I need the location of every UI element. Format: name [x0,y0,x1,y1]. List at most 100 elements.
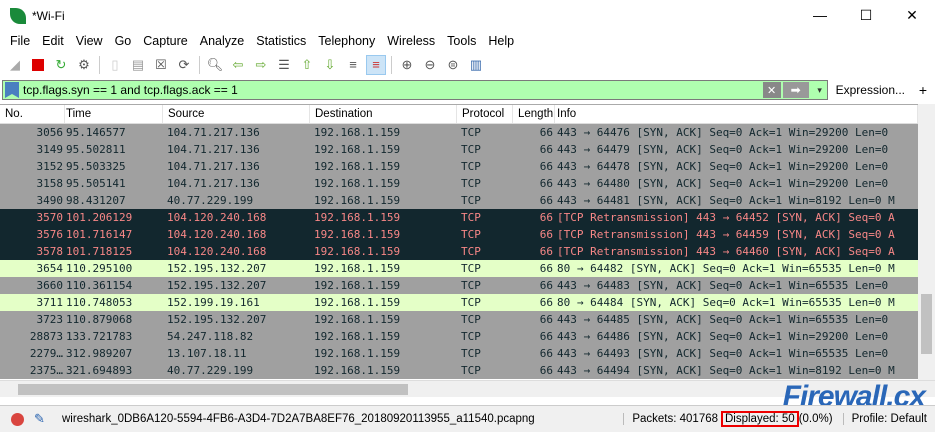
go-to-packet-icon[interactable]: ☰ [274,55,294,75]
zoom-normal-icon[interactable]: ⊜ [443,55,463,75]
menu-tools[interactable]: Tools [441,31,482,52]
menu-help[interactable]: Help [482,31,520,52]
packet-length: 66 [539,160,553,173]
packet-source: 152.195.132.207 [167,262,267,275]
menu-view[interactable]: View [70,31,109,52]
packet-row[interactable]: 3654 110.295100 152.195.132.207 192.168.1.1… [0,260,918,277]
start-capture-icon[interactable]: ◢ [5,55,25,75]
zoom-in-icon[interactable]: ⊕ [397,55,417,75]
packet-row[interactable]: 2279… 312.989207 13.107.18.11 192.168.1.159… [0,345,918,362]
packet-row[interactable]: 3152 95.503325 104.71.217.136 192.168.1.159… [0,158,918,175]
packet-row[interactable]: 3570 101.206129 104.120.240.168 192.168.1.1… [0,209,918,226]
save-file-icon[interactable]: ▤ [128,55,148,75]
menu-capture[interactable]: Capture [137,31,193,52]
menu-edit[interactable]: Edit [36,31,70,52]
packet-info: 443 → 64493 [SYN, ACK] Seq=0 Ack=1 Win=6… [557,347,889,360]
packet-protocol: TCP [461,126,481,139]
packet-source: 152.195.132.207 [167,313,267,326]
packet-row[interactable]: 3490 98.431207 40.77.229.199 192.168.1.159 T… [0,192,918,209]
packet-number: 3723 [36,313,64,326]
toolbar-separator [391,55,392,74]
packet-row[interactable]: 3576 101.716147 104.120.240.168 192.168.1.1… [0,226,918,243]
packet-length: 66 [539,262,553,275]
packet-number: 3570 [36,211,64,224]
packet-source: 104.120.240.168 [167,228,267,241]
column-header-protocol[interactable]: Protocol [457,105,513,123]
packet-info: 443 → 64486 [SYN, ACK] Seq=0 Ack=1 Win=2… [557,330,889,343]
packet-row[interactable]: 3711 110.748053 152.199.19.161 192.168.1.15… [0,294,918,311]
packet-source: 104.120.240.168 [167,211,267,224]
capture-options-icon[interactable]: ⚙ [74,55,94,75]
packet-time: 101.206129 [66,211,133,224]
packet-protocol: TCP [461,177,481,190]
bookmark-icon[interactable] [5,82,19,98]
close-button[interactable]: ✕ [889,0,935,30]
column-header-time[interactable]: Time [65,105,163,123]
find-packet-icon[interactable]: 🔍︎ [205,55,225,75]
menu-telephony[interactable]: Telephony [312,31,381,52]
go-forward-icon[interactable]: ⇨ [251,55,271,75]
vertical-scrollbar[interactable] [918,104,935,380]
vertical-scroll-thumb[interactable] [921,294,932,354]
open-file-icon[interactable]: ▯ [105,55,125,75]
filter-history-dropdown[interactable]: ▾ [813,85,827,96]
packet-info: [TCP Retransmission] 443 → 64459 [SYN, A… [557,228,895,241]
edit-comment-icon[interactable]: ✎ [34,411,48,427]
capture-status-icon[interactable] [11,412,24,426]
profile-selector[interactable]: Profile: Default [842,413,935,425]
column-header-info[interactable]: Info [555,105,918,123]
maximize-button[interactable]: ☐ [843,0,889,30]
packet-row[interactable]: 3056 95.146577 104.71.217.136 192.168.1.159… [0,124,918,141]
add-filter-button[interactable]: + [913,82,933,98]
packet-source: 104.71.217.136 [167,160,260,173]
restart-capture-icon[interactable]: ↻ [51,55,71,75]
menu-file[interactable]: File [4,31,36,52]
capture-file-name: wireshark_0DB6A120-5594-4FB6-A3D4-7D2A7B… [62,413,535,425]
resize-columns-icon[interactable]: ▥ [466,55,486,75]
stop-capture-icon[interactable] [28,55,48,75]
packet-info: 443 → 64485 [SYN, ACK] Seq=0 Ack=1 Win=6… [557,313,889,326]
packet-row[interactable]: 3660 110.361154 152.195.132.207 192.168.1.1… [0,277,918,294]
column-header-source[interactable]: Source [163,105,310,123]
packet-row[interactable]: 28873 133.721783 54.247.118.82 192.168.1.15… [0,328,918,345]
first-packet-icon[interactable]: ⇧ [297,55,317,75]
packet-number: 3660 [36,279,64,292]
menu-go[interactable]: Go [109,31,138,52]
display-filter-input[interactable]: tcp.flags.syn == 1 and tcp.flags.ack == … [2,80,828,100]
packet-row[interactable]: 3578 101.718125 104.120.240.168 192.168.1.1… [0,243,918,260]
minimize-button[interactable]: — [797,0,843,30]
packet-row[interactable]: 3723 110.879068 152.195.132.207 192.168.1.1… [0,311,918,328]
zoom-out-icon[interactable]: ⊖ [420,55,440,75]
column-header-no[interactable]: No. [0,105,65,123]
menu-analyze[interactable]: Analyze [194,31,250,52]
packet-info: 443 → 64478 [SYN, ACK] Seq=0 Ack=1 Win=2… [557,160,889,173]
expression-button[interactable]: Expression... [828,83,913,97]
packet-number: 28873 [29,330,63,343]
menu-wireless[interactable]: Wireless [381,31,441,52]
go-back-icon[interactable]: ⇦ [228,55,248,75]
reload-file-icon[interactable]: ⟳ [174,55,194,75]
column-header-destination[interactable]: Destination [310,105,457,123]
column-header-length[interactable]: Length [513,105,555,123]
apply-filter-button[interactable]: ➡ [782,82,809,98]
packet-protocol: TCP [461,296,481,309]
packet-source: 104.120.240.168 [167,245,267,258]
menu-statistics[interactable]: Statistics [250,31,312,52]
packet-time: 110.361154 [66,279,133,292]
packet-row[interactable]: 3149 95.502811 104.71.217.136 192.168.1.159… [0,141,918,158]
filter-text[interactable]: tcp.flags.syn == 1 and tcp.flags.ack == … [23,83,763,97]
last-packet-icon[interactable]: ⇩ [320,55,340,75]
close-file-icon[interactable]: ☒ [151,55,171,75]
clear-filter-button[interactable]: ✕ [762,82,781,98]
window-title: *Wi-Fi [32,8,65,23]
packet-destination: 192.168.1.159 [314,262,401,275]
packet-row[interactable]: 3158 95.505141 104.71.217.136 192.168.1.159… [0,175,918,192]
horizontal-scroll-thumb[interactable] [18,384,408,395]
autoscroll-icon[interactable]: ≡ [343,55,363,75]
packet-row[interactable]: 2375… 321.694893 40.77.229.199 192.168.1.15… [0,362,918,379]
colorize-icon[interactable]: ≡ [366,54,386,75]
packet-source: 152.199.19.161 [167,296,260,309]
packet-number: 3149 [36,143,64,156]
packet-source: 104.71.217.136 [167,126,260,139]
packet-protocol: TCP [461,160,481,173]
